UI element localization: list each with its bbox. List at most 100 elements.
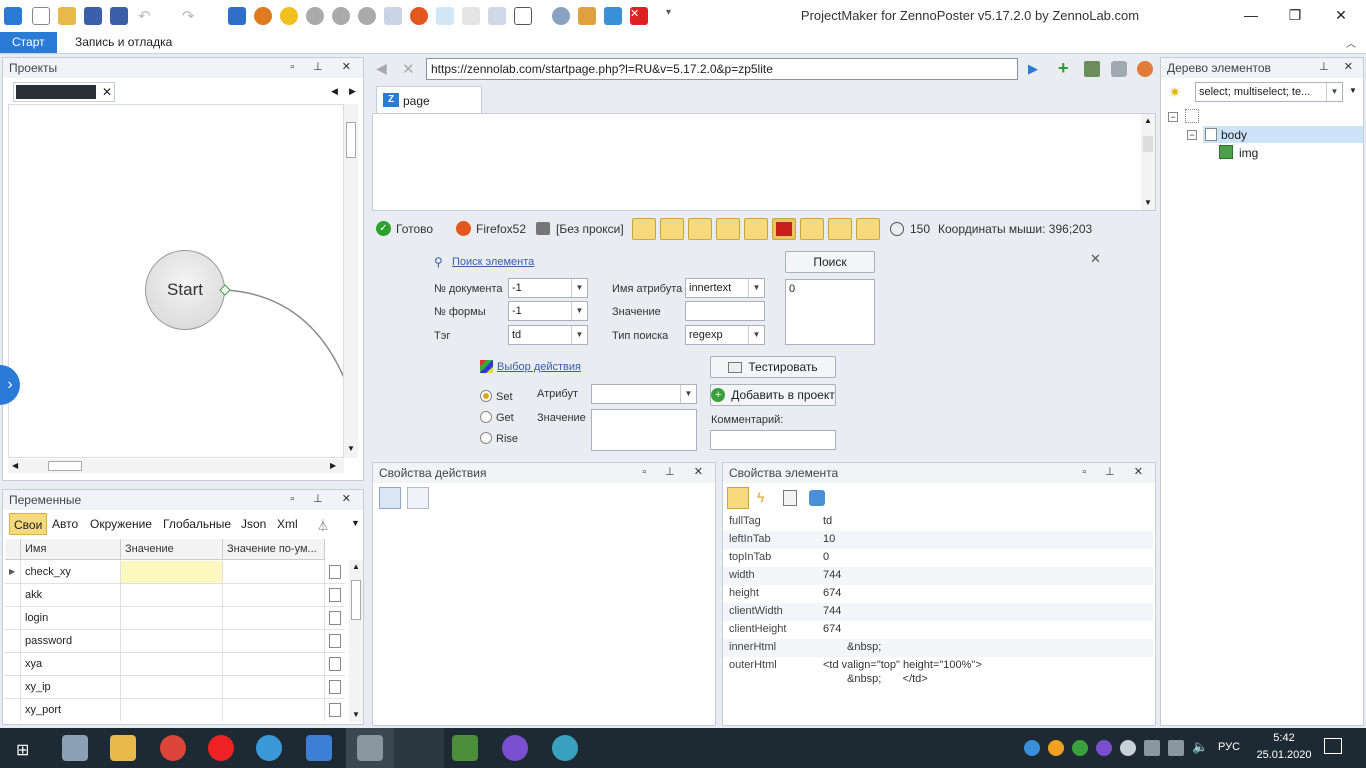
windows-start-icon[interactable]: ⊞ [16, 740, 29, 760]
scroll-down-icon[interactable]: ▼ [352, 710, 360, 719]
column-value[interactable]: Значение [121, 539, 223, 560]
panel-controls[interactable]: ▫ ⊥ ✕ [1082, 465, 1151, 478]
radio-rise[interactable] [480, 432, 492, 444]
yandex-app-icon[interactable] [208, 735, 234, 761]
chevron-down-icon[interactable]: ▼ [1326, 83, 1342, 101]
copy-icon[interactable] [329, 634, 341, 648]
find-element-link[interactable]: Поиск элемента [452, 256, 534, 268]
variable-default[interactable] [223, 653, 325, 675]
tray-lightning-icon[interactable] [1048, 740, 1064, 756]
tray-chat-icon[interactable] [1024, 740, 1040, 756]
result-list[interactable]: 0 [785, 279, 875, 345]
go-icon[interactable]: ▶ [1028, 61, 1038, 77]
maximize-button[interactable]: ❐ [1272, 0, 1318, 30]
test-button[interactable]: Тестировать [710, 356, 836, 378]
clock-date[interactable]: 25.01.2020 [1252, 749, 1316, 761]
comment-input[interactable] [710, 430, 836, 450]
table-row[interactable]: xy_port [5, 699, 345, 721]
variable-name[interactable]: password [21, 630, 121, 652]
highlight-icon[interactable]: ✷ [1169, 84, 1181, 101]
url-input[interactable]: https://zennolab.com/startpage.php?l=RU&… [426, 58, 1018, 80]
firefox-icon[interactable] [410, 7, 428, 25]
tree-filter-combo[interactable]: select; multiselect; te... ▼ [1195, 82, 1343, 102]
scroll-up-icon[interactable]: ▲ [1144, 116, 1152, 125]
copy-icon[interactable] [329, 565, 341, 579]
tray-pen-icon[interactable] [1120, 740, 1136, 756]
table-row[interactable]: login [5, 607, 345, 630]
tab-json[interactable]: Json [237, 513, 270, 535]
save-icon[interactable] [84, 7, 102, 25]
cube-icon[interactable] [228, 7, 246, 25]
stop-icon[interactable] [358, 7, 376, 25]
attribute-name-combo[interactable]: innertext ▼ [685, 278, 765, 298]
doc-number-combo[interactable]: -1 ▼ [508, 278, 588, 298]
ribbon-collapse-icon[interactable]: ︿ [1346, 35, 1356, 50]
tray-volume-icon[interactable]: 🔈 [1192, 739, 1208, 755]
save-as-icon[interactable] [110, 7, 128, 25]
chrome-app-icon[interactable] [160, 735, 186, 761]
action-select-link[interactable]: Выбор действия [497, 361, 581, 373]
scroll-right-icon[interactable]: ▶ [330, 461, 336, 470]
css-toggle-icon[interactable] [716, 218, 740, 240]
chevron-down-icon[interactable]: ▼ [571, 279, 587, 297]
variable-value[interactable] [121, 630, 223, 652]
property-row[interactable]: leftInTab 10 [723, 531, 1153, 549]
project-tab[interactable]: ✕ [13, 82, 115, 102]
clock-time[interactable]: 5:42 [1256, 732, 1312, 744]
browser-engine[interactable]: Firefox52 [476, 222, 526, 236]
database-icon[interactable] [1111, 61, 1127, 77]
canvas-vertical-scrollbar[interactable]: ▼ [344, 104, 358, 458]
variable-value[interactable] [121, 699, 223, 721]
chevron-down-icon[interactable]: ▼ [748, 279, 764, 297]
close-search-icon[interactable]: ✕ [1090, 251, 1101, 267]
redo-icon[interactable]: ↷ [182, 7, 200, 25]
property-row[interactable]: width 744 [723, 567, 1153, 585]
properties-view-icon[interactable] [727, 487, 749, 509]
play-icon[interactable] [306, 7, 324, 25]
gem-app-icon[interactable] [552, 735, 578, 761]
expand-icon[interactable] [604, 7, 622, 25]
display-toggle-icon[interactable] [800, 218, 824, 240]
frames-toggle-icon[interactable] [660, 218, 684, 240]
value-input[interactable] [685, 301, 765, 321]
property-row[interactable]: topInTab 0 [723, 549, 1153, 567]
tray-pentagon-icon[interactable] [1096, 740, 1112, 756]
scroll-thumb[interactable] [48, 461, 82, 471]
tab-global[interactable]: Глобальные [159, 513, 235, 535]
selection-toggle-icon[interactable] [688, 218, 712, 240]
form-number-combo[interactable]: -1 ▼ [508, 301, 588, 321]
scroll-up-icon[interactable]: ▲ [352, 562, 360, 571]
variables-scrollbar[interactable]: ▲ ▼ [349, 560, 363, 722]
tree-node-img[interactable]: img [1219, 144, 1319, 161]
folder-app-icon[interactable] [110, 735, 136, 761]
collapse-icon[interactable]: − [1168, 112, 1178, 122]
chart-app-icon[interactable] [452, 735, 478, 761]
tab-scroll-right-icon[interactable]: ▶ [349, 86, 356, 97]
variable-default[interactable] [223, 584, 325, 606]
variable-name[interactable]: akk [21, 584, 121, 606]
add-to-project-button[interactable]: + Добавить в проект [710, 384, 836, 406]
column-name[interactable]: Имя [21, 539, 121, 560]
notes-icon[interactable] [1084, 61, 1100, 77]
copy-icon[interactable] [329, 680, 341, 694]
variable-value[interactable] [121, 676, 223, 698]
mail-icon[interactable] [462, 7, 480, 25]
image-icon[interactable] [488, 7, 506, 25]
proxy-status[interactable]: [Без прокси] [556, 222, 624, 236]
property-row[interactable]: clientWidth 744 [723, 603, 1153, 621]
open-folder-icon[interactable] [58, 7, 76, 25]
scroll-down-icon[interactable]: ▼ [1144, 198, 1152, 207]
property-row[interactable]: fullTag td [723, 513, 1153, 531]
back-icon[interactable]: ◀ [376, 60, 387, 77]
zennoposter-app-icon[interactable] [357, 735, 383, 761]
network-app-icon[interactable] [306, 735, 332, 761]
minimize-button[interactable]: — [1228, 0, 1274, 30]
step-icon[interactable] [332, 7, 350, 25]
variable-default[interactable] [223, 699, 325, 721]
table-row[interactable]: password [5, 630, 345, 653]
project-canvas[interactable]: Start [8, 104, 344, 458]
record-icon[interactable] [254, 7, 272, 25]
close-button[interactable]: ✕ [1318, 0, 1364, 30]
radio-set[interactable] [480, 390, 492, 402]
chevron-down-icon[interactable]: ▼ [680, 385, 696, 403]
